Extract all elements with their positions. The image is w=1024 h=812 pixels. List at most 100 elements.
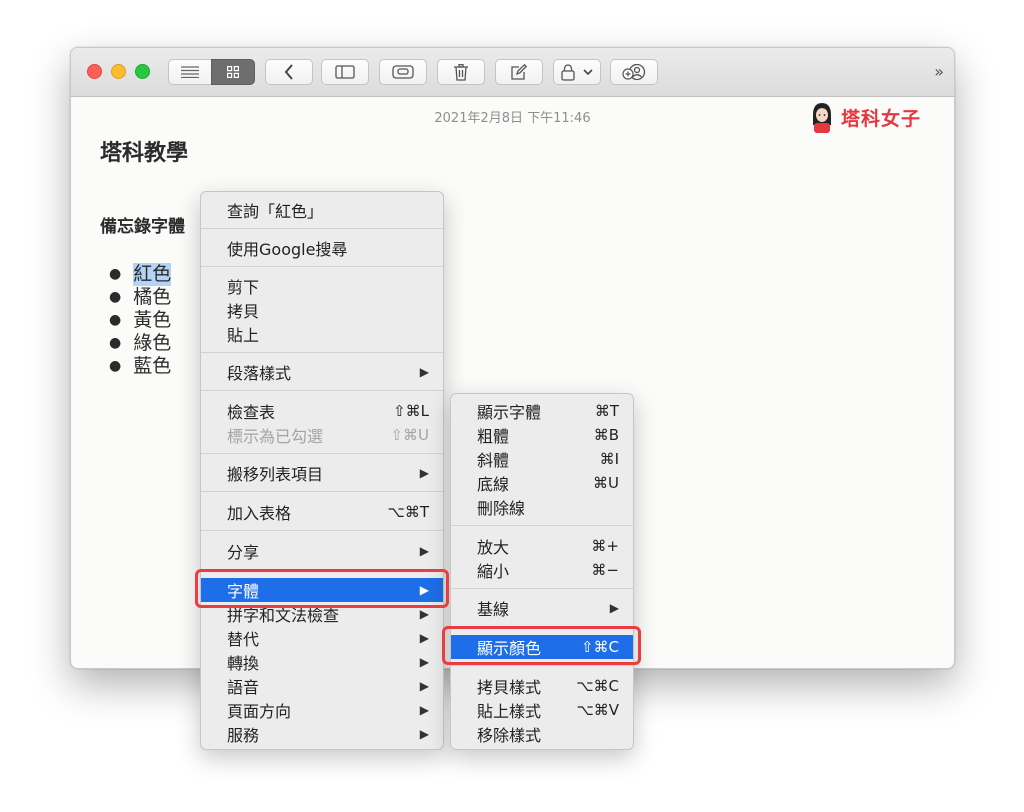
list-icon (181, 66, 199, 78)
menu-separator (201, 266, 443, 267)
menu-separator (201, 390, 443, 391)
compose-button[interactable] (495, 59, 543, 85)
delete-button[interactable] (437, 59, 485, 85)
menu-item-google-search[interactable]: 使用Google搜尋 (201, 236, 443, 260)
menu-item-share[interactable]: 分享 ▶ (201, 539, 443, 563)
minimize-window-button[interactable] (111, 64, 126, 79)
list-item-text: 黃色 (133, 309, 172, 331)
menu-item-copy-style[interactable]: 拷貝樣式 ⌥⌘C (451, 674, 633, 698)
menu-separator (201, 453, 443, 454)
menu-item-bigger[interactable]: 放大 ⌘+ (451, 534, 633, 558)
submenu-arrow-icon: ▶ (419, 727, 429, 741)
attachment-icon (392, 65, 414, 79)
lock-menu-button[interactable] (553, 59, 601, 85)
menu-item-label: 拷貝 (227, 302, 260, 321)
submenu-arrow-icon: ▶ (419, 631, 429, 645)
menu-item-label: 搬移列表項目 (227, 465, 324, 484)
list-view-button[interactable] (168, 59, 212, 85)
menu-item-substitutions[interactable]: 替代 ▶ (201, 626, 443, 650)
shortcut-label: ⌥⌘V (576, 701, 619, 719)
menu-item-baseline[interactable]: 基線 ▶ (451, 596, 633, 620)
menu-item-label: 查詢「紅色」 (227, 202, 324, 221)
grid-icon (227, 66, 239, 78)
menu-item-label: 加入表格 (227, 504, 292, 523)
shortcut-label: ⇧⌘L (393, 402, 429, 420)
menu-item-italic[interactable]: 斜體 ⌘I (451, 447, 633, 471)
menu-separator (451, 525, 633, 526)
menu-item-mark-checked: 標示為已勾選 ⇧⌘U (201, 423, 443, 447)
brand-logo-text: 塔科女子 (841, 107, 922, 130)
menu-item-label: 標示為已勾選 (227, 427, 324, 446)
menu-item-paste-style[interactable]: 貼上樣式 ⌥⌘V (451, 698, 633, 722)
list-item-text: 藍色 (133, 355, 172, 377)
bullet-icon: ● (109, 289, 122, 305)
submenu-arrow-icon: ▶ (419, 607, 429, 621)
menu-item-label: 頁面方向 (227, 702, 292, 721)
list-item: ● 紅色 (109, 263, 172, 286)
menu-item-label: 移除樣式 (477, 726, 542, 745)
menu-item-label: 服務 (227, 726, 260, 745)
list-item-text: 綠色 (133, 332, 172, 354)
toolbar: » (71, 48, 954, 97)
menu-separator (201, 228, 443, 229)
sidebar-icon (335, 65, 355, 79)
menu-separator (201, 530, 443, 531)
menu-item-smaller[interactable]: 縮小 ⌘− (451, 558, 633, 582)
gallery-view-button[interactable] (211, 59, 255, 85)
submenu-arrow-icon: ▶ (419, 679, 429, 693)
menu-item-speech[interactable]: 語音 ▶ (201, 674, 443, 698)
menu-item-paste[interactable]: 貼上 (201, 322, 443, 346)
menu-item-show-fonts[interactable]: 顯示字體 ⌘T (451, 399, 633, 423)
color-list: ● 紅色 ● 橘色 ● 黃色 ● 綠色 ● 藍色 (109, 263, 172, 378)
menu-item-bold[interactable]: 粗體 ⌘B (451, 423, 633, 447)
menu-item-services[interactable]: 服務 ▶ (201, 722, 443, 746)
brand-logo: 塔科女子 (809, 101, 921, 133)
menu-item-label: 貼上 (227, 326, 260, 345)
shortcut-label: ⌥⌘T (387, 503, 429, 521)
menu-item-remove-style[interactable]: 移除樣式 (451, 722, 633, 746)
toolbar-overflow-button[interactable]: » (934, 62, 944, 81)
add-people-button[interactable] (610, 59, 658, 85)
menu-item-label: 底線 (477, 475, 510, 494)
compose-icon (511, 64, 527, 80)
shortcut-label: ⌘B (593, 426, 619, 444)
menu-item-move-list-item[interactable]: 搬移列表項目 ▶ (201, 461, 443, 485)
menu-item-cut[interactable]: 剪下 (201, 274, 443, 298)
close-window-button[interactable] (87, 64, 102, 79)
menu-item-strikethrough[interactable]: 刪除線 (451, 495, 633, 519)
menu-item-label: 分享 (227, 543, 260, 562)
back-button[interactable] (265, 59, 313, 85)
bullet-icon: ● (109, 312, 122, 328)
list-item: ● 橘色 (109, 286, 171, 309)
shortcut-label: ⌘− (591, 561, 619, 579)
sidebar-toggle-button[interactable] (321, 59, 369, 85)
attachments-button[interactable] (379, 59, 427, 85)
submenu-arrow-icon: ▶ (419, 466, 429, 480)
note-subtitle: 備忘錄字體 (100, 217, 185, 237)
avatar-icon (813, 103, 831, 133)
menu-item-add-table[interactable]: 加入表格 ⌥⌘T (201, 500, 443, 524)
menu-item-lookup[interactable]: 查詢「紅色」 (201, 198, 443, 222)
menu-item-transformations[interactable]: 轉換 ▶ (201, 650, 443, 674)
zoom-window-button[interactable] (135, 64, 150, 79)
menu-item-layout-orientation[interactable]: 頁面方向 ▶ (201, 698, 443, 722)
menu-item-checklist[interactable]: 檢查表 ⇧⌘L (201, 399, 443, 423)
selected-text[interactable]: 紅色 (133, 263, 172, 286)
submenu-arrow-icon: ▶ (609, 601, 619, 615)
list-item: ● 藍色 (109, 355, 171, 378)
menu-item-underline[interactable]: 底線 ⌘U (451, 471, 633, 495)
context-menu: 查詢「紅色」 使用Google搜尋 剪下 拷貝 貼上 段落樣式 ▶ 檢查表 ⇧⌘L … (200, 191, 444, 750)
menu-item-label: 替代 (227, 630, 260, 649)
note-title: 塔科教學 (100, 141, 189, 166)
list-item: ● 黃色 (109, 309, 171, 332)
menu-item-label: 基線 (477, 600, 510, 619)
menu-item-copy[interactable]: 拷貝 (201, 298, 443, 322)
submenu-arrow-icon: ▶ (419, 365, 429, 379)
menu-separator (451, 588, 633, 589)
menu-item-label: 拷貝樣式 (477, 678, 542, 697)
chevron-down-icon (583, 68, 593, 75)
menu-item-label: 縮小 (477, 562, 510, 581)
shortcut-label: ⌘+ (591, 537, 619, 555)
menu-item-paragraph-style[interactable]: 段落樣式 ▶ (201, 360, 443, 384)
menu-item-label: 剪下 (227, 278, 260, 297)
